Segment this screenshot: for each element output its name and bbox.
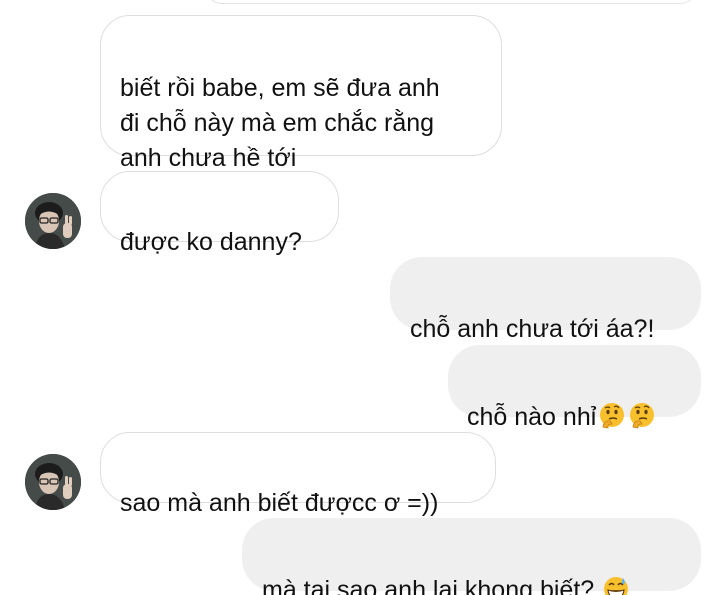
thinking-face-icon <box>630 403 655 429</box>
incoming-message-bubble[interactable]: sao mà anh biết đượcc ơ =)) <box>100 432 496 517</box>
message-text: được ko danny? <box>120 228 302 256</box>
incoming-message-bubble[interactable]: biết rồi babe, em sẽ đưa anh đi chỗ này … <box>100 15 502 172</box>
grinning-face-with-sweat-icon <box>604 577 629 595</box>
previous-message-bubble[interactable] <box>205 0 697 4</box>
outgoing-message-bubble[interactable]: mà tại sao anh lại khong biết? <box>242 518 701 595</box>
contact-avatar[interactable] <box>25 454 81 510</box>
outgoing-message-bubble[interactable]: chỗ nào nhỉ <box>448 345 701 431</box>
contact-avatar[interactable] <box>25 193 81 249</box>
outgoing-message-bubble[interactable]: chỗ anh chưa tới áa?! <box>390 257 701 343</box>
message-text: chỗ anh chưa tới áa?! <box>410 315 655 343</box>
incoming-message-bubble[interactable]: được ko danny? <box>100 171 339 256</box>
message-text: sao mà anh biết đượcc ơ =)) <box>120 489 439 517</box>
avatar-photo <box>25 454 81 510</box>
chat-thread: biết rồi babe, em sẽ đưa anh đi chỗ này … <box>0 0 720 595</box>
message-text: chỗ nào nhỉ <box>467 403 597 431</box>
thinking-face-icon <box>600 403 625 429</box>
message-text: mà tại sao anh lại khong biết? <box>262 576 595 595</box>
message-text: biết rồi babe, em sẽ đưa anh đi chỗ này … <box>120 74 440 172</box>
avatar-photo <box>25 193 81 249</box>
